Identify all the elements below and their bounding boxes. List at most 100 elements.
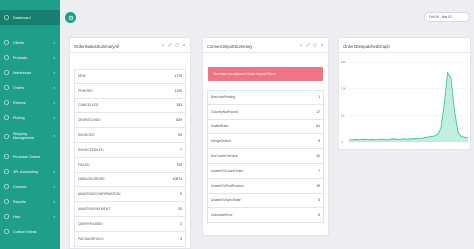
row-value: 1 (318, 95, 320, 100)
chevron-down-icon: ▾ (53, 70, 55, 75)
table-row[interactable]: ONBACKORDER 10873 (74, 172, 186, 188)
accounting-icon (4, 169, 9, 174)
row-label: UnableToSyncState (211, 198, 241, 203)
table-row[interactable]: MergeOrders 5 (207, 134, 324, 150)
edit-icon[interactable] (168, 43, 172, 47)
sidebar-item-picking[interactable]: Picking ▾ (0, 112, 60, 123)
sidebar-item-orders[interactable]: Orders ▾ (0, 82, 60, 93)
import-errors-alert[interactable]: You have un-actioned Order Import Errors (208, 67, 323, 81)
row-value: 153 (176, 103, 182, 108)
sidebar-item-label: Help (13, 214, 21, 219)
close-icon[interactable] (320, 43, 324, 47)
card-tools (299, 43, 324, 47)
row-label: CountryNotFound (211, 109, 238, 114)
chevron-down-icon: ▾ (53, 115, 55, 120)
table-row[interactable]: INVOICED 93 (74, 128, 186, 143)
chevron-down-icon: ▾ (53, 100, 55, 105)
sidebar-item-shipping-management[interactable]: Shipping Management ▾ (0, 127, 60, 145)
sidebar-item-help[interactable]: Help ▾ (0, 211, 60, 222)
row-label: MergeOrders (211, 139, 231, 144)
refresh-icon[interactable] (175, 43, 179, 47)
row-value: 61 (316, 124, 320, 129)
row-value: 17 (316, 109, 320, 114)
table-row[interactable]: PACKAGEHOLD 3 (74, 231, 186, 247)
sidebar-item-label: Dashboard (13, 15, 31, 20)
table-row[interactable]: CountryNotFound 17 (207, 104, 324, 120)
orders-icon (4, 85, 9, 90)
row-value: 829 (176, 118, 182, 123)
card-title: OrderStatusSummaryAll (74, 44, 120, 49)
y-tick-label: 150 (341, 60, 346, 64)
table-row[interactable]: UnableToCountOrder 7 (207, 164, 324, 179)
table-row[interactable]: DESPATCHED 829 (74, 113, 186, 129)
table-row[interactable]: FAILED 729 (74, 157, 186, 173)
sidebar-item-label: Shipping Management (13, 132, 34, 140)
table-row[interactable]: UnableToFindProduct 19 (207, 178, 324, 194)
row-value: 10873 (172, 177, 182, 182)
table-row[interactable]: UnableToSyncState 3 (207, 193, 324, 209)
shipping-icon (4, 133, 9, 139)
table-row[interactable]: AWAITINGPAYMENT 20 (74, 202, 186, 217)
row-value: 3 (318, 198, 320, 203)
close-icon[interactable] (182, 43, 186, 47)
table-row[interactable]: UnknownError 5 (207, 208, 324, 224)
sidebar-item-returns[interactable]: Returns ▾ (0, 97, 60, 108)
row-value: 7 (180, 147, 182, 152)
menu-toggle-button[interactable] (65, 12, 76, 23)
table-row[interactable]: PRINTED 1120 (74, 83, 186, 99)
row-label: AWAITINGCONFIRMATION (78, 192, 121, 197)
table-row[interactable]: INVOICEFAILED 7 (74, 143, 186, 158)
chevron-down-icon: ▾ (53, 40, 55, 45)
row-label: CANCELLED (78, 103, 99, 108)
row-label: NoCourierService (211, 154, 238, 159)
table-row[interactable]: QUERYRAISED 2 (74, 217, 186, 232)
row-value: 9 (180, 192, 182, 197)
sidebar-item-label: Clients (13, 40, 24, 45)
row-value: 93 (178, 133, 182, 138)
refresh-icon[interactable] (313, 43, 317, 47)
collapse-icon[interactable] (161, 43, 165, 47)
sidebar-item-label: Custom Extras (13, 229, 37, 234)
row-label: NEW (78, 74, 86, 79)
row-label: AWAITINGPAYMENT (78, 207, 111, 212)
table-row[interactable]: AWAITINGCONFIRMATION 9 (74, 187, 186, 203)
purchase-orders-icon (4, 154, 9, 159)
table-row[interactable]: InvalidData 61 (207, 119, 324, 135)
orders-despatched-chart: 150 100 50 0 (341, 60, 469, 144)
table-row[interactable]: CANCELLED 153 (74, 98, 186, 114)
row-value: 42 (316, 154, 320, 159)
row-label: PRINTED (78, 88, 93, 93)
row-label: BarcodePrinting (211, 95, 236, 100)
table-row[interactable]: BarcodePrinting 1 (207, 90, 324, 105)
picking-icon (4, 115, 9, 120)
table-row[interactable]: NEW 1779 (74, 69, 186, 84)
sidebar-item-label: Returns (13, 100, 26, 105)
date-range-picker[interactable]: Feb 26 - Mar 02 (424, 12, 470, 22)
row-value: 2 (180, 221, 182, 226)
sidebar-item-clients[interactable]: Clients ▾ (0, 37, 60, 48)
row-value: 20 (178, 207, 182, 212)
sidebar-item-label: Purchase Orders (13, 154, 41, 159)
table-row[interactable]: NoCourierService 42 (207, 149, 324, 164)
sidebar-item-reports[interactable]: Reports ▾ (0, 196, 60, 207)
chevron-down-icon: ▾ (53, 199, 55, 204)
collapse-icon[interactable] (299, 43, 303, 47)
sidebar-item-custom-extras[interactable]: Custom Extras (0, 226, 60, 237)
sidebar-item-warehouse[interactable]: Warehouse ▾ (0, 67, 60, 78)
sidebar-item-products[interactable]: Products ▾ (0, 52, 60, 63)
row-value: 7 (318, 168, 320, 173)
sidebar-item-purchase-orders[interactable]: Purchase Orders (0, 151, 60, 162)
products-icon (4, 55, 9, 60)
row-label: INVOICEFAILED (78, 147, 104, 152)
chevron-down-icon: ▾ (53, 214, 55, 219)
chevron-down-icon: ▾ (53, 85, 55, 90)
edit-icon[interactable] (306, 43, 310, 47)
chevron-down-icon: ▾ (53, 55, 55, 60)
sidebar-item-dashboard[interactable]: Dashboard (0, 10, 60, 25)
row-label: UnableToFindProduct (211, 183, 244, 188)
help-icon (4, 214, 9, 219)
sidebar-item-connect[interactable]: Connect ▾ (0, 181, 60, 192)
card-tools (161, 43, 186, 47)
sidebar-item-3pl-accounting[interactable]: 3PL Accounting ▾ (0, 166, 60, 177)
order-status-card: OrderStatusSummaryAll NEW 1779 PRINTED 1120… (69, 37, 191, 249)
